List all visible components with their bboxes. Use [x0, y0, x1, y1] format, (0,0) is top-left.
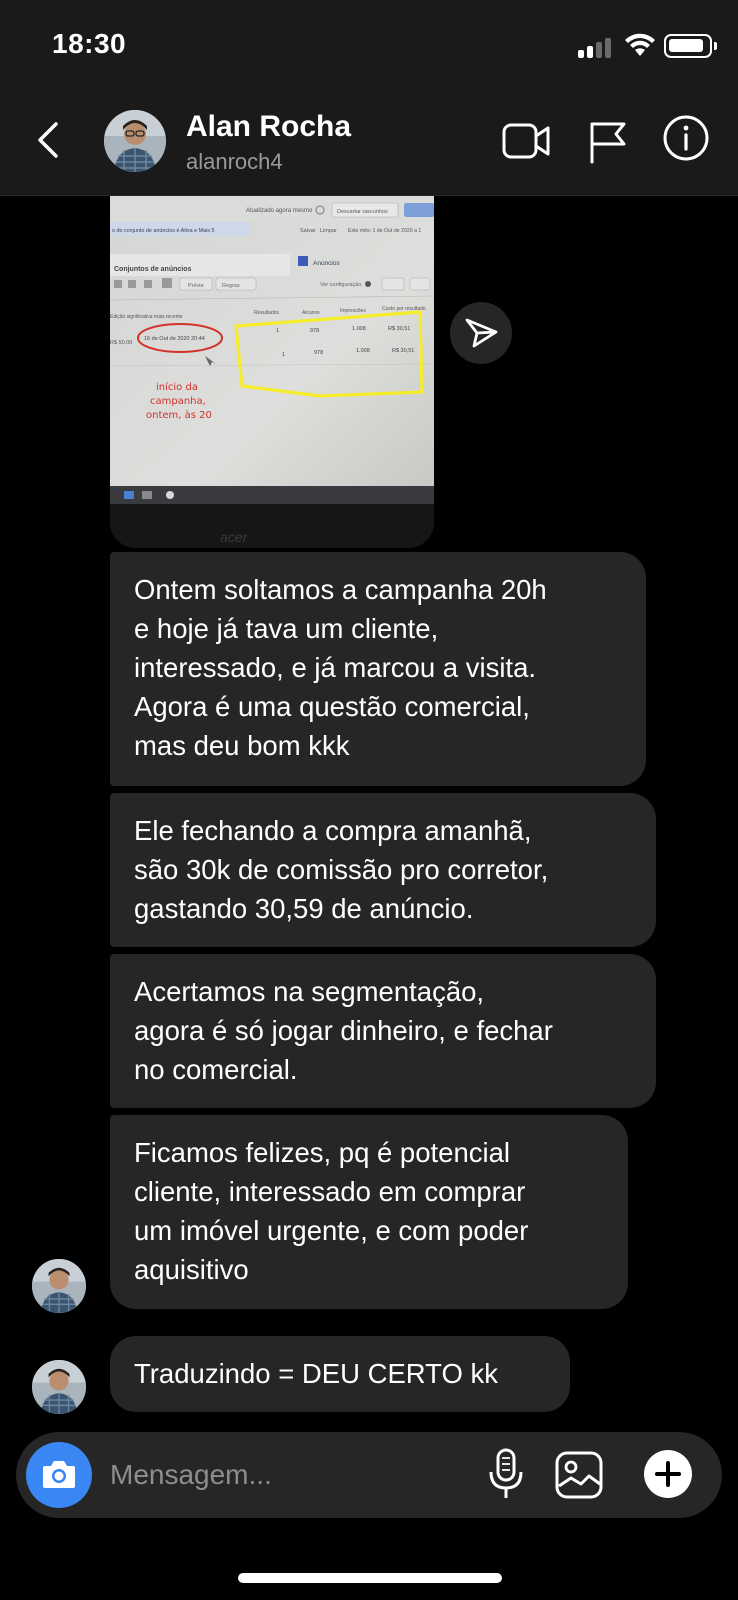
photo-save-label: Salvar	[300, 228, 316, 234]
photo-adsets-tab: Conjuntos de anúncios	[114, 266, 191, 273]
message-bubble[interactable]: Acertamos na segmentação, agora é só jog…	[110, 954, 656, 1108]
photo-rules-label: Regras	[222, 283, 240, 289]
chat-header: Alan Rocha alanroch4	[0, 92, 738, 196]
send-arrow-icon	[465, 318, 498, 348]
status-bar: 18:30	[0, 0, 738, 92]
photo-toolbar-text: Atualizado agora mesmo	[246, 208, 313, 214]
photo-col-impressions: Impressões	[340, 308, 366, 314]
photo-col-reach: Alcance	[302, 310, 320, 316]
contact-avatar[interactable]	[104, 110, 166, 172]
photo-discard-button: Descartar rascunhos	[337, 209, 388, 215]
photo-preview-label: Prévia	[188, 283, 205, 289]
add-button[interactable]	[644, 1450, 692, 1498]
photo-row-date: 16 de Out de 2020 20:44	[144, 336, 205, 342]
photo-row-cost-2: R$ 30,51	[392, 348, 414, 354]
message-input[interactable]	[110, 1450, 470, 1500]
back-chevron-icon[interactable]	[30, 118, 70, 162]
sender-avatar[interactable]	[32, 1360, 86, 1414]
message-bubble[interactable]: Traduzindo = DEU CERTO kk	[110, 1336, 570, 1412]
photo-ads-tab: Anúncios	[313, 260, 340, 267]
photo-period-text: Este mês: 1 de Out de 2020 a 1	[348, 228, 421, 234]
contact-name[interactable]: Alan Rocha	[186, 110, 351, 144]
gallery-icon[interactable]	[554, 1450, 604, 1500]
message-bubble[interactable]: Ontem soltamos a campanha 20h e hoje já …	[110, 552, 646, 786]
message-bubble[interactable]: Ficamos felizes, pq é potencial cliente,…	[110, 1115, 628, 1309]
shared-photo[interactable]: Atualizado agora mesmo Descartar rascunh…	[110, 196, 434, 548]
wifi-icon	[625, 33, 655, 56]
info-icon[interactable]	[662, 114, 710, 162]
photo-view-config: Ver configuração	[320, 282, 361, 288]
battery-icon	[664, 34, 717, 58]
photo-filter-text: o do conjunto de anúncios é Ativa e Mais…	[112, 228, 215, 234]
camera-button[interactable]	[26, 1442, 92, 1508]
photo-row-results: 1	[276, 328, 279, 334]
contact-handle: alanroch4	[186, 149, 283, 174]
photo-row-budget: R$ 50,00	[110, 340, 132, 346]
photo-row-reach: 978	[310, 328, 319, 334]
message-bubble[interactable]: Ele fechando a compra amanhã, são 30k de…	[110, 793, 656, 947]
photo-row-impressions: 1.008	[352, 326, 366, 332]
home-indicator[interactable]	[238, 1573, 502, 1583]
monitor-screen	[110, 196, 434, 501]
photo-row-cost: R$ 30,51	[388, 326, 410, 332]
photo-row-impressions-2: 1.008	[356, 348, 370, 354]
photo-row-reach-2: 978	[314, 350, 323, 356]
flag-icon[interactable]	[588, 120, 628, 164]
microphone-icon[interactable]	[486, 1448, 526, 1502]
video-call-icon[interactable]	[502, 120, 552, 162]
monitor-brand: acer	[220, 529, 249, 545]
message-composer	[16, 1432, 722, 1518]
plus-icon	[655, 1461, 681, 1487]
photo-col-edit: Edição significativa mais recente	[110, 314, 183, 320]
photo-clear-label: Limpar	[320, 228, 337, 234]
cellular-signal-icon	[578, 36, 614, 58]
sender-avatar[interactable]	[32, 1259, 86, 1313]
camera-icon	[43, 1461, 75, 1488]
message-list[interactable]: Atualizado agora mesmo Descartar rascunh…	[0, 196, 738, 1426]
photo-row-results-2: 1	[282, 352, 285, 358]
share-button[interactable]	[450, 302, 512, 364]
photo-col-results: Resultados	[254, 310, 280, 316]
status-time: 18:30	[52, 28, 127, 59]
